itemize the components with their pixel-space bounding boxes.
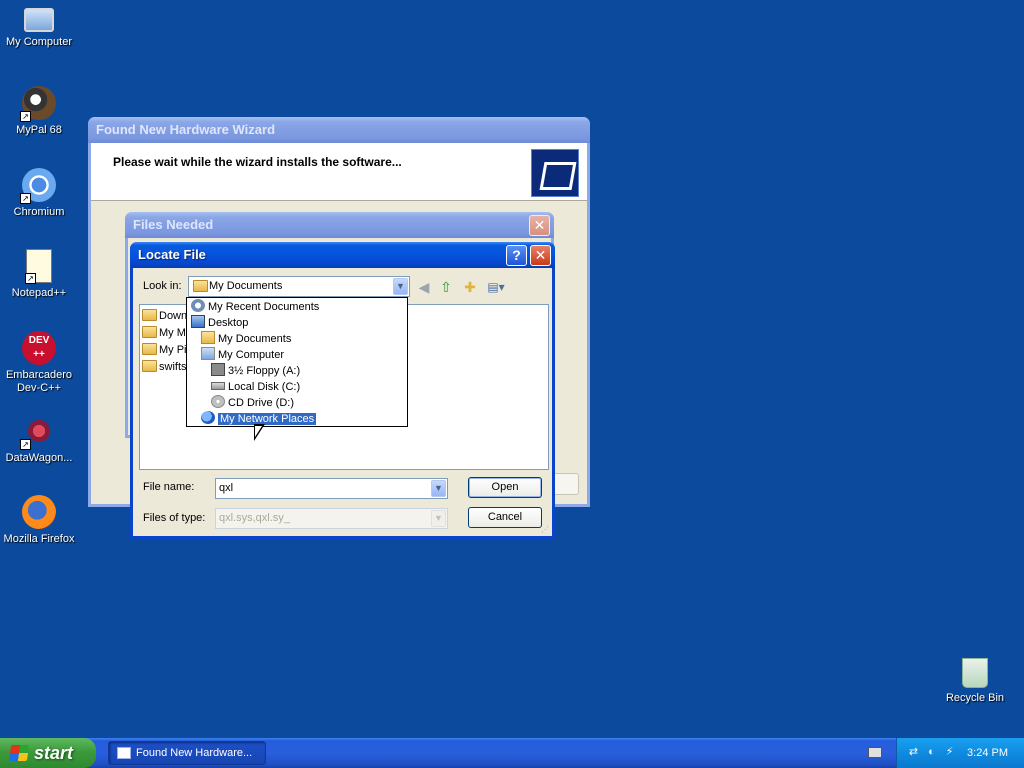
network-connection-icon[interactable]: ⇄ (907, 746, 920, 759)
views-menu-icon[interactable]: ▤▾ (483, 278, 509, 296)
hardware-install-icon (531, 149, 579, 197)
start-label: start (34, 743, 74, 763)
desktop-icon-datawagon[interactable]: ↗ DataWagon... (0, 414, 78, 465)
file-name-field[interactable]: qxl ▼ (215, 478, 448, 499)
desktop-icon (191, 315, 205, 328)
files-of-type-label: Files of type: (143, 512, 206, 524)
help-button[interactable]: ? (506, 245, 527, 266)
music-folder-icon (142, 326, 157, 338)
cancel-button[interactable]: Cancel (468, 507, 542, 528)
dropdown-item-my-computer[interactable]: My Computer (201, 347, 284, 363)
system-tray: ⇄ ◐ ⚡ 3:24 PM (896, 738, 1024, 768)
firefox-icon (22, 495, 56, 529)
new-folder-icon[interactable]: ✚ (461, 278, 479, 296)
pictures-folder-icon (142, 343, 157, 355)
dropdown-item-recent-documents[interactable]: My Recent Documents (191, 299, 319, 315)
wizard-title[interactable]: Found New Hardware Wizard (88, 117, 590, 143)
keyboard-icon[interactable] (868, 747, 882, 758)
desktop-icon-label: My Computer (5, 36, 73, 48)
shortcut-arrow-icon: ↗ (25, 273, 36, 284)
safely-remove-icon[interactable]: ⚡ (943, 746, 956, 759)
files-of-type-value: qxl.sys,qxl.sy_ (219, 512, 290, 524)
desktop-icon-my-computer[interactable]: My Computer (0, 2, 78, 49)
network-places-icon (201, 411, 215, 424)
notepadpp-icon: ↗ (25, 249, 52, 284)
folder-icon (142, 360, 157, 372)
list-item[interactable]: swifts (142, 359, 187, 375)
taskbar-item-label: Found New Hardware... (136, 747, 253, 759)
dropdown-item-cd-drive[interactable]: CD Drive (D:) (211, 395, 294, 411)
shortcut-arrow-icon: ↗ (20, 439, 31, 450)
dropdown-item-my-documents[interactable]: My Documents (201, 331, 291, 347)
chevron-down-icon[interactable]: ▼ (431, 480, 446, 497)
close-button[interactable]: ✕ (530, 245, 551, 266)
desktop-icon-label: Mozilla Firefox (3, 533, 75, 545)
resize-grip-icon[interactable]: ⋰ (541, 525, 551, 535)
shortcut-arrow-icon: ↗ (20, 111, 31, 122)
taskbar-item-wizard[interactable]: Found New Hardware... (108, 741, 266, 765)
local-disk-icon (211, 382, 225, 390)
desktop-icon-mypal[interactable]: ↗ MyPal 68 (0, 86, 78, 137)
chevron-down-icon[interactable]: ▼ (393, 278, 408, 295)
open-button[interactable]: Open (468, 477, 542, 498)
locate-file-title[interactable]: Locate File (130, 242, 555, 268)
desktop-icon-label: DataWagon... (5, 452, 73, 464)
desktop-icon-label: MyPal 68 (16, 124, 62, 136)
look-in-label: Look in: (143, 280, 182, 292)
wizard-message: Please wait while the wizard installs th… (113, 155, 402, 169)
desktop-icon-devcpp[interactable]: DEV ++ Embarcadero Dev-C++ (0, 331, 78, 395)
files-needed-close-button[interactable]: ✕ (529, 215, 550, 236)
volume-icon[interactable]: ◐ (925, 746, 938, 759)
my-computer-icon (201, 347, 215, 360)
wizard-header: Please wait while the wizard installs th… (91, 143, 587, 201)
shortcut-arrow-icon: ↗ (20, 193, 31, 204)
file-name-label: File name: (143, 481, 195, 493)
dropdown-item-desktop[interactable]: Desktop (191, 315, 248, 331)
desktop-icon-recycle-bin[interactable]: Recycle Bin (936, 658, 1014, 705)
taskbar: start Found New Hardware... ⇄ ◐ ⚡ 3:24 P… (0, 738, 1024, 768)
desktop-icon-firefox[interactable]: Mozilla Firefox (0, 495, 78, 546)
dropdown-item-local-disk[interactable]: Local Disk (C:) (211, 379, 300, 395)
datawagon-icon: ↗ (20, 414, 56, 450)
desktop-icon-label: Embarcadero Dev-C++ (5, 369, 73, 394)
folder-icon (142, 309, 157, 321)
dropdown-item-floppy[interactable]: 3½ Floppy (A:) (211, 363, 300, 379)
mypal-icon: ↗ (20, 86, 56, 122)
devcpp-icon: DEV ++ (22, 331, 56, 365)
list-item[interactable]: Down (142, 308, 187, 324)
desktop-icon-notepadpp[interactable]: ↗ Notepad++ (0, 249, 78, 300)
my-documents-icon (193, 280, 208, 292)
recycle-bin-icon (962, 658, 988, 688)
floppy-drive-icon (211, 363, 225, 376)
windows-logo-icon (8, 745, 30, 761)
files-needed-title[interactable]: Files Needed (125, 212, 554, 238)
files-of-type-select: qxl.sys,qxl.sy_ ▼ (215, 508, 448, 529)
list-item[interactable]: My Pic (142, 342, 192, 358)
desktop-icon-chromium[interactable]: ↗ Chromium (0, 168, 78, 219)
my-documents-icon (201, 331, 215, 344)
look-in-dropdown-list[interactable]: My Recent Documents Desktop My Documents… (186, 297, 408, 427)
file-name-value: qxl (219, 482, 234, 494)
cd-drive-icon (211, 395, 225, 408)
mouse-cursor-icon (254, 424, 265, 441)
clock[interactable]: 3:24 PM (967, 738, 1008, 768)
look-in-select[interactable]: My Documents ▼ (188, 276, 410, 297)
up-folder-icon[interactable]: ⇧ (437, 278, 455, 296)
back-icon[interactable]: ◀ (415, 278, 433, 296)
computer-icon (24, 8, 54, 32)
start-button[interactable]: start (0, 738, 96, 768)
look-in-value: My Documents (209, 280, 283, 292)
desktop-icon-label: Notepad++ (11, 287, 67, 299)
desktop-icon-label: Recycle Bin (945, 692, 1005, 704)
desktop-icon-label: Chromium (13, 206, 65, 218)
chevron-down-icon: ▼ (431, 510, 446, 527)
chromium-icon: ↗ (20, 168, 56, 204)
window-icon (117, 747, 131, 759)
list-item[interactable]: My Mu (142, 325, 192, 341)
recent-documents-icon (191, 299, 205, 312)
